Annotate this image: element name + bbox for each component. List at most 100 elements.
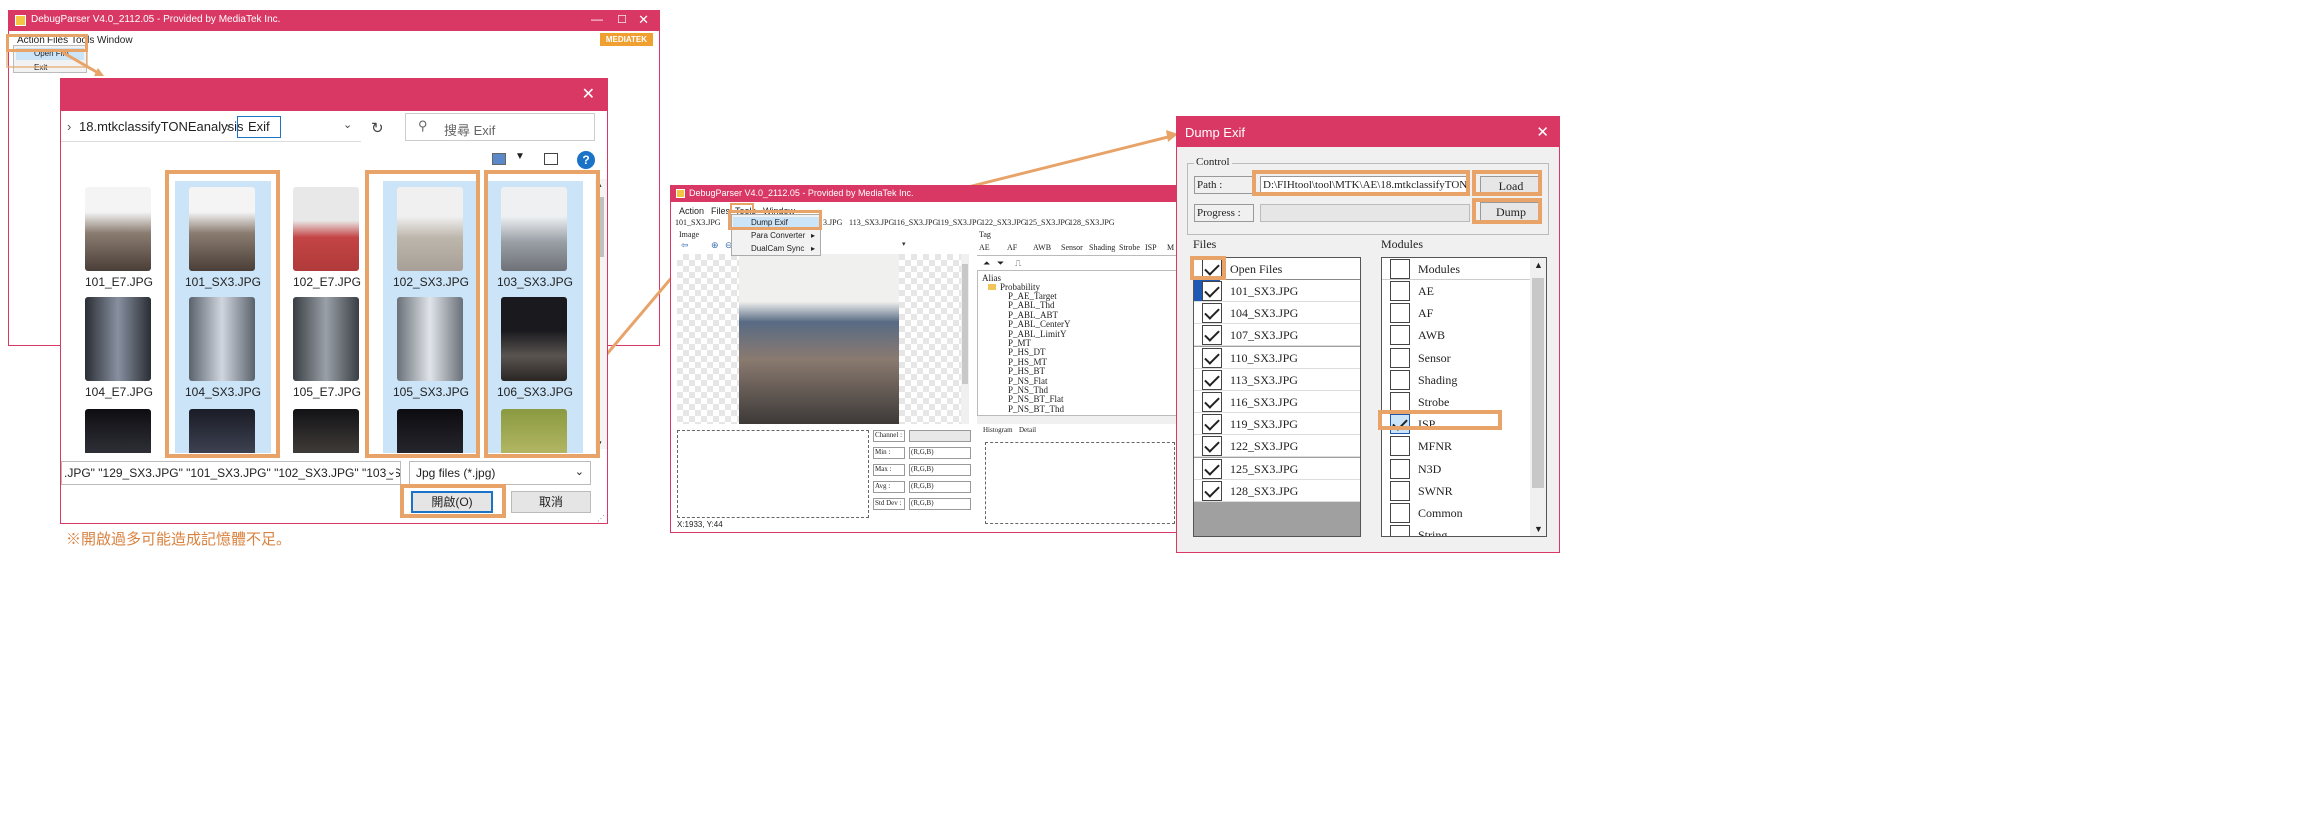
module-row[interactable]: Common — [1382, 502, 1530, 524]
file-item[interactable] — [279, 405, 375, 453]
close-icon[interactable]: ✕ — [638, 12, 649, 28]
file-row[interactable]: 104_SX3.JPG — [1194, 302, 1360, 325]
module-row[interactable]: String — [1382, 524, 1530, 536]
file-item[interactable]: 101_SX3.JPG — [175, 181, 271, 293]
file-item[interactable]: 101_E7.JPG — [71, 181, 167, 293]
tree-hscroll[interactable] — [977, 416, 1177, 424]
dropdown-icon[interactable]: ▾ — [902, 240, 906, 248]
tab-af[interactable]: AF — [1007, 243, 1017, 252]
scroll-up-icon[interactable]: ▴ — [597, 179, 602, 190]
nav-icon[interactable]: ⇦ — [681, 240, 689, 251]
module-checkbox[interactable] — [1390, 369, 1410, 390]
file-tab[interactable]: 116_SX3.JPG — [893, 218, 938, 227]
help-icon[interactable]: ? — [577, 151, 595, 169]
tab-histogram[interactable]: Histogram — [983, 426, 1013, 434]
file-tab[interactable]: 125_SX3.JPG — [1025, 218, 1071, 227]
file-row[interactable]: 119_SX3.JPG — [1194, 413, 1360, 436]
view-mode-icon[interactable] — [492, 153, 506, 165]
collapse-all-icon[interactable]: ⏷ — [997, 258, 1004, 269]
grid-scrollbar[interactable]: ▴ ▾ — [595, 179, 607, 449]
tree-item[interactable]: P_NS_BT_Thd — [1008, 404, 1064, 414]
module-checkbox[interactable] — [1390, 303, 1410, 324]
minimize-icon[interactable]: — — [591, 12, 603, 26]
file-row[interactable]: 107_SX3.JPG — [1194, 324, 1360, 347]
file-tab[interactable]: 119_SX3.JPG — [937, 218, 982, 227]
file-row[interactable]: 101_SX3.JPG — [1194, 280, 1360, 302]
filename-dropdown-icon[interactable]: ⌄ — [386, 465, 396, 478]
modules-scrollbar[interactable]: ▲ ▼ — [1530, 258, 1546, 536]
file-tab[interactable]: 101_SX3.JPG — [675, 218, 721, 227]
menu-window[interactable]: Window — [97, 35, 133, 46]
path-input[interactable]: D:\FIHtool\tool\MTK\AE\18.mtkclassifyTON… — [1260, 176, 1470, 194]
preview-pane-icon[interactable] — [544, 153, 558, 165]
menu-item-para-converter[interactable]: Para Converter ▸ — [733, 230, 819, 242]
file-checkbox[interactable] — [1202, 436, 1222, 457]
scroll-thumb[interactable] — [1532, 278, 1544, 488]
file-item[interactable]: 104_SX3.JPG — [175, 293, 271, 405]
maximize-icon[interactable]: ☐ — [617, 13, 627, 26]
module-checkbox[interactable] — [1390, 414, 1410, 435]
module-row[interactable]: ISP — [1382, 413, 1530, 435]
dialog-close-icon[interactable]: ✕ — [1536, 123, 1549, 141]
module-checkbox[interactable] — [1390, 458, 1410, 479]
file-row[interactable]: 116_SX3.JPG — [1194, 391, 1360, 413]
file-tab[interactable]: 113_SX3.JPG — [849, 218, 894, 227]
path-dropdown-icon[interactable]: ⌄ — [343, 118, 352, 131]
tab-shading[interactable]: Shading — [1089, 243, 1115, 252]
tab-ae[interactable]: AE — [979, 243, 990, 252]
file-item[interactable]: 105_E7.JPG — [279, 293, 375, 405]
file-checkbox[interactable] — [1202, 325, 1222, 346]
cancel-button[interactable]: 取消 — [511, 491, 591, 513]
file-checkbox[interactable] — [1202, 303, 1222, 324]
image-vscroll[interactable] — [961, 254, 969, 424]
expand-all-icon[interactable]: ⏶ — [983, 258, 990, 269]
menu-files[interactable]: Files — [711, 206, 730, 216]
tab-isp[interactable]: ISP — [1145, 243, 1157, 252]
file-item[interactable] — [487, 405, 583, 453]
scroll-thumb[interactable] — [962, 264, 968, 384]
file-checkbox[interactable] — [1202, 480, 1222, 501]
file-item[interactable]: 104_E7.JPG — [71, 293, 167, 405]
scroll-down-icon[interactable]: ▾ — [597, 438, 602, 449]
menu-item-exit[interactable]: Exit — [16, 63, 84, 73]
scroll-up-icon[interactable]: ▲ — [1534, 260, 1543, 270]
file-row[interactable]: 113_SX3.JPG — [1194, 368, 1360, 391]
scroll-down-icon[interactable]: ▼ — [1534, 524, 1543, 534]
file-tab[interactable]: 3.JPG — [823, 218, 842, 227]
menu-action[interactable]: Action — [679, 206, 704, 216]
tab-more[interactable]: M — [1167, 243, 1174, 252]
file-item[interactable] — [383, 405, 479, 453]
menu-item-dualcam-sync[interactable]: DualCam Sync ▸ — [733, 243, 819, 255]
image-canvas[interactable] — [677, 254, 961, 424]
module-row[interactable]: SWNR — [1382, 480, 1530, 502]
file-item[interactable]: 105_SX3.JPG — [383, 293, 479, 405]
tab-strobe[interactable]: Strobe — [1119, 243, 1140, 252]
file-row[interactable]: 128_SX3.JPG — [1194, 479, 1360, 502]
file-checkbox[interactable] — [1202, 414, 1222, 435]
filename-input[interactable]: .JPG" "129_SX3.JPG" "101_SX3.JPG" "102_S… — [61, 461, 401, 485]
open-button[interactable]: 開啟(O) — [411, 491, 493, 513]
zoom-in-icon[interactable]: ⊕ — [711, 240, 719, 251]
file-checkbox[interactable] — [1202, 369, 1222, 390]
module-row[interactable]: Sensor — [1382, 347, 1530, 369]
chart-icon[interactable]: ⎍ — [1015, 258, 1021, 269]
module-row[interactable]: MFNR — [1382, 435, 1530, 457]
file-row[interactable]: 125_SX3.JPG — [1194, 457, 1360, 480]
module-checkbox[interactable] — [1390, 281, 1410, 301]
scroll-thumb[interactable] — [598, 197, 604, 257]
breadcrumb-current[interactable]: Exif — [237, 116, 281, 138]
module-row[interactable]: N3D — [1382, 458, 1530, 480]
file-tab[interactable]: 128_SX3.JPG — [1069, 218, 1115, 227]
tab-awb[interactable]: AWB — [1033, 243, 1051, 252]
file-row[interactable]: 110_SX3.JPG — [1194, 346, 1360, 369]
dialog-close-icon[interactable]: ✕ — [582, 84, 595, 104]
file-checkbox[interactable] — [1202, 347, 1222, 368]
file-tab[interactable]: 122_SX3.JPG — [981, 218, 1027, 227]
module-row[interactable]: AWB — [1382, 324, 1530, 346]
module-checkbox[interactable] — [1390, 347, 1410, 368]
menu-item-open-file[interactable]: Open File — [16, 48, 84, 60]
module-checkbox[interactable] — [1390, 436, 1410, 457]
module-row[interactable]: AF — [1382, 302, 1530, 324]
file-row[interactable]: 122_SX3.JPG — [1194, 435, 1360, 458]
module-checkbox[interactable] — [1390, 480, 1410, 501]
